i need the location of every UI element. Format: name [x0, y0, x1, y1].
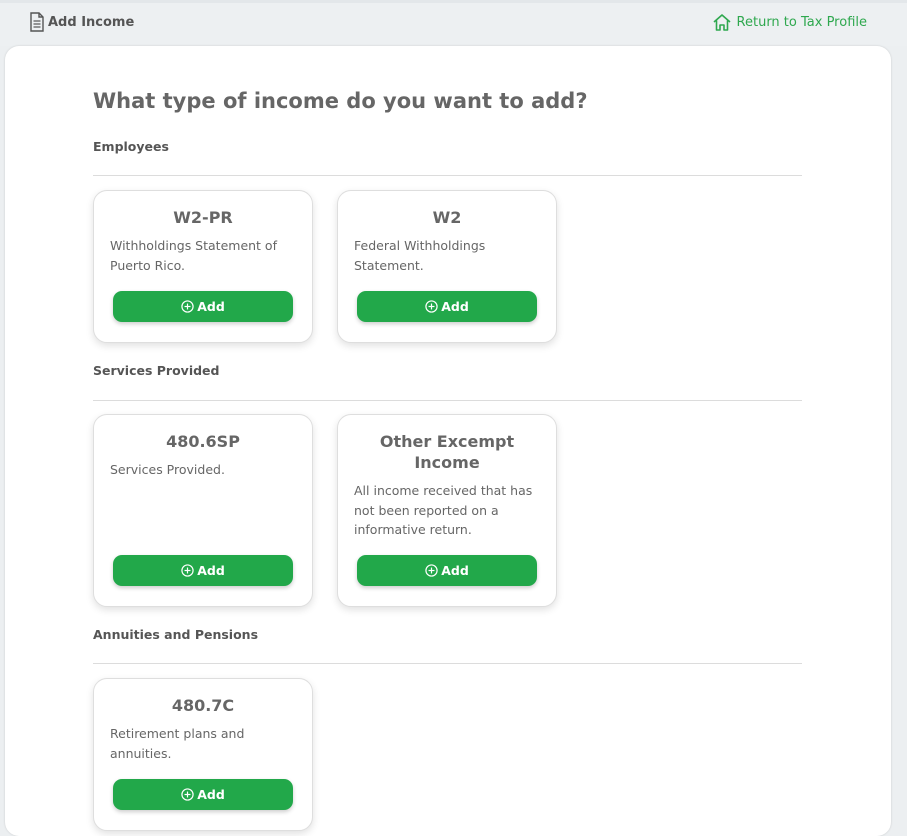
- income-card-480-7c: 480.7C Retirement plans and annuities. A…: [93, 678, 313, 831]
- page-heading: What type of income do you want to add?: [93, 89, 588, 113]
- document-icon: [30, 12, 44, 32]
- income-card-other-excempt-income: Other Excempt Income All income received…: [337, 414, 557, 607]
- income-card-480-6sp: 480.6SP Services Provided. Add: [93, 414, 313, 607]
- page-title: Add Income: [48, 14, 135, 30]
- add-button-other-excempt-income[interactable]: Add: [357, 555, 537, 586]
- card-title: Other Excempt Income: [379, 432, 515, 472]
- card-title: 480.6SP: [166, 432, 240, 451]
- main-panel: What type of income do you want to add? …: [5, 46, 891, 836]
- plus-circle-icon: [181, 564, 194, 577]
- add-button-480-6sp[interactable]: Add: [113, 555, 293, 586]
- section-label-employees: Employees: [93, 139, 169, 154]
- add-button-label: Add: [197, 299, 225, 314]
- card-title: W2-PR: [173, 208, 233, 227]
- income-card-w2: W2 Federal Withholdings Statement. Add: [337, 190, 557, 343]
- income-card-w2-pr: W2-PR Withholdings Statement of Puerto R…: [93, 190, 313, 343]
- section-label-annuities-and-pensions: Annuities and Pensions: [93, 627, 259, 642]
- add-button-label: Add: [441, 299, 469, 314]
- home-icon: [713, 14, 731, 31]
- section-divider: [93, 400, 802, 401]
- add-button-480-7c[interactable]: Add: [113, 779, 293, 810]
- card-title: 480.7C: [171, 696, 235, 715]
- section-divider: [93, 175, 802, 176]
- plus-circle-icon: [181, 300, 194, 313]
- top-bar: Add Income Return to Tax Profile: [0, 0, 907, 46]
- card-description: Services Provided.: [110, 462, 225, 477]
- card-description: Retirement plans and annuities.: [110, 726, 245, 761]
- page-header: Add Income: [29, 12, 134, 32]
- section-divider: [93, 663, 802, 664]
- card-description: Federal Withholdings Statement.: [354, 238, 486, 273]
- plus-circle-icon: [425, 564, 438, 577]
- add-button-label: Add: [197, 787, 225, 802]
- add-button-label: Add: [197, 563, 225, 578]
- plus-circle-icon: [181, 788, 194, 801]
- return-link-label: Return to Tax Profile: [736, 14, 867, 30]
- section-label-services-provided: Services Provided: [93, 363, 220, 378]
- card-description: Withholdings Statement of Puerto Rico.: [110, 238, 277, 273]
- return-to-tax-profile-link[interactable]: Return to Tax Profile: [712, 13, 867, 31]
- add-button-w2-pr[interactable]: Add: [113, 291, 293, 322]
- add-button-w2[interactable]: Add: [357, 291, 537, 322]
- add-button-label: Add: [441, 563, 469, 578]
- card-description: All income received that has not been re…: [354, 483, 533, 537]
- card-title: W2: [432, 208, 462, 227]
- plus-circle-icon: [425, 300, 438, 313]
